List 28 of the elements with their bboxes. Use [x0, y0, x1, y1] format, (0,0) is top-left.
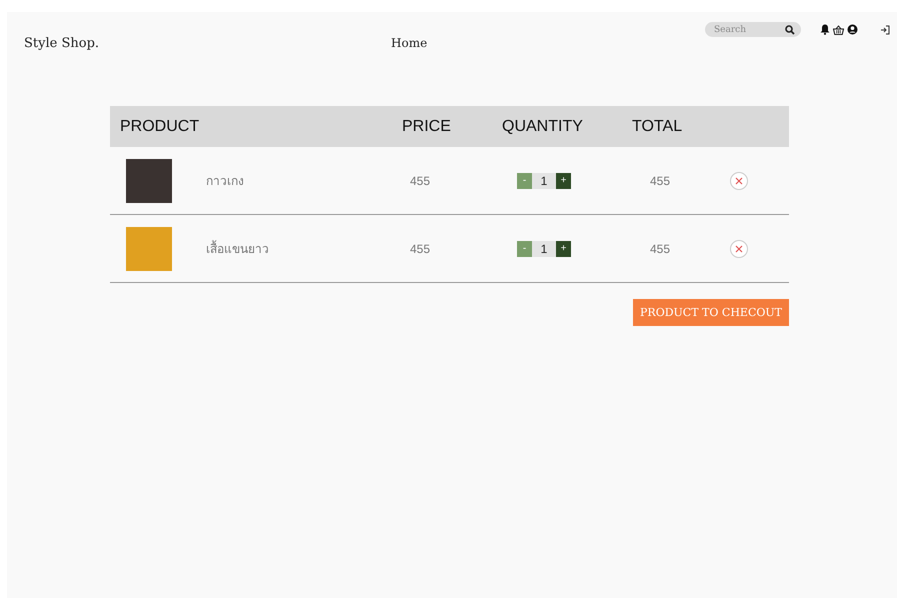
- user-icon[interactable]: [847, 24, 858, 35]
- close-icon: [735, 176, 743, 184]
- quantity-value: 1: [532, 240, 556, 256]
- column-header: PRICE: [401, 118, 452, 136]
- price-text: 455: [409, 174, 432, 188]
- remove-button[interactable]: [730, 240, 748, 258]
- product-name: เสื้อแขนยาว: [206, 239, 269, 258]
- total-text: 455: [649, 242, 672, 256]
- photo-placeholder: [126, 226, 172, 270]
- increase-button[interactable]: +: [556, 240, 571, 256]
- search-field[interactable]: Search: [705, 22, 801, 37]
- price-text: 455: [409, 242, 432, 256]
- home-link[interactable]: Home: [391, 36, 705, 50]
- basket-icon[interactable]: [833, 24, 844, 34]
- quantity-value: 1: [532, 172, 556, 188]
- column-header: TOTAL: [632, 118, 684, 136]
- product-name: กาวเกง: [206, 173, 244, 190]
- sign-in-icon[interactable]: [880, 24, 890, 34]
- increase-button[interactable]: +: [556, 172, 571, 188]
- column-header: PRODUCT: [119, 118, 200, 136]
- close-icon: [735, 244, 743, 252]
- photo-placeholder: [126, 158, 172, 202]
- column-header: QUANTITY: [502, 118, 584, 136]
- total-text: 455: [649, 174, 672, 188]
- remove-button[interactable]: [730, 172, 748, 190]
- shop-logo-text[interactable]: Style Shop.: [24, 36, 391, 51]
- bell-icon[interactable]: [820, 24, 830, 35]
- search-icon: [785, 24, 795, 34]
